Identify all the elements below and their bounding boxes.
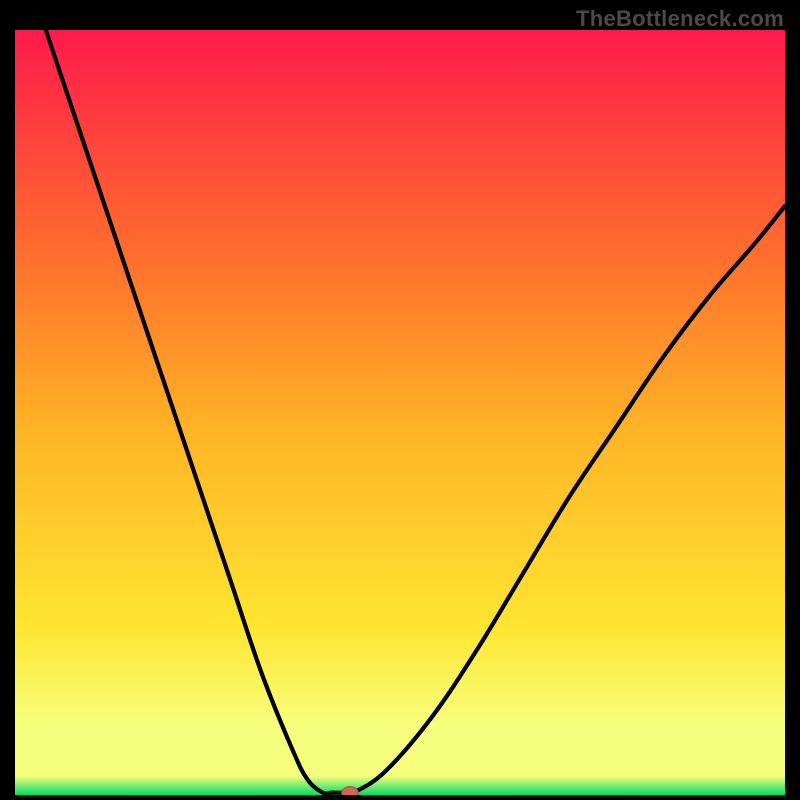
chart-frame: TheBottleneck.com [0, 0, 800, 800]
optimal-point-marker [342, 787, 358, 795]
watermark-text: TheBottleneck.com [576, 6, 784, 32]
gradient-background [15, 30, 785, 795]
bottleneck-chart [15, 30, 785, 795]
